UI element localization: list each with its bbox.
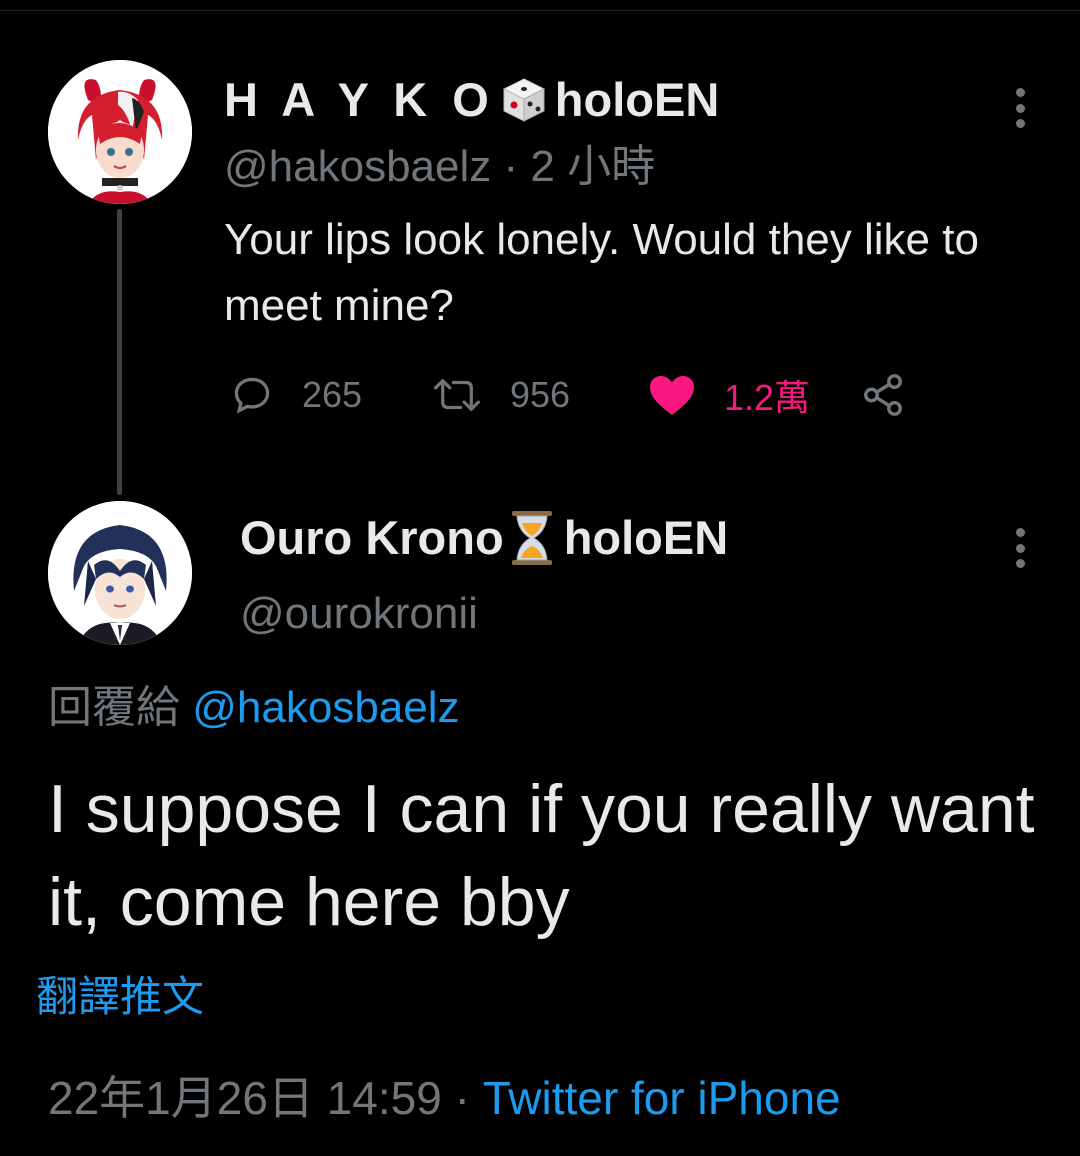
reply-button[interactable]: 265 [230,365,362,425]
tweet-source-link[interactable]: Twitter for iPhone [483,1072,841,1124]
reply-to-mention[interactable]: @hakosbaelz [192,683,459,732]
tweet-meta: 22年1月26日 14:59 · Twitter for iPhone [48,1070,841,1126]
tweet1-text: Your lips look lonely. Would they like t… [224,215,979,330]
hourglass-emoji [508,509,556,567]
like-count: 1.2萬 [724,377,811,418]
tweet1-action-bar: 265 956 1.2萬 [224,365,924,425]
reply-to-prefix: 回覆給 [48,683,193,732]
reply-icon [234,377,270,414]
like-button[interactable]: 1.2萬 [648,365,810,425]
share-icon [864,374,902,416]
tweet2-name-suffix: holoEN [563,511,729,564]
tweet2-display-name[interactable]: Ouro Krono holoEN [240,508,728,568]
avatar-ourokronii[interactable] [48,501,192,645]
tweet2-handle[interactable]: @ourokronii [240,587,478,641]
translate-tweet-link[interactable]: 翻譯推文 [36,970,204,1024]
tweet1-handle-row: @hakosbaelz · 2 小時 [224,140,655,194]
tweet1-name-text: H A Y K O [224,73,495,126]
tweet1-more-icon[interactable] [1014,88,1026,128]
tweet1-display-name[interactable]: H A Y K O holoEN [224,70,719,130]
avatar-hakosbaelz[interactable] [48,60,192,204]
top-divider [0,10,1080,11]
tweet1-time[interactable]: 2 小時 [530,142,655,191]
thread-connector [117,209,122,495]
reply-to-line: 回覆給 @hakosbaelz [48,678,460,738]
tweet2-name-text: Ouro Krono [240,511,504,564]
tweet2-text: I suppose I can if you really want it, c… [48,771,1035,940]
dice-emoji [499,75,549,125]
tweet-timestamp[interactable]: 22年1月26日 14:59 [48,1072,442,1124]
share-button[interactable] [860,365,934,425]
tweet1-separator: · [491,142,531,191]
tweet1-handle[interactable]: @hakosbaelz [224,142,491,191]
tweet2-more-icon[interactable] [1014,528,1026,568]
heart-filled-icon [650,376,694,415]
retweet-count: 956 [510,374,571,415]
reply-count: 265 [302,374,363,415]
retweet-icon [433,379,481,411]
meta-separator: · [441,1072,483,1124]
tweet1-name-suffix: holoEN [554,73,720,126]
retweet-button[interactable]: 956 [432,365,570,425]
